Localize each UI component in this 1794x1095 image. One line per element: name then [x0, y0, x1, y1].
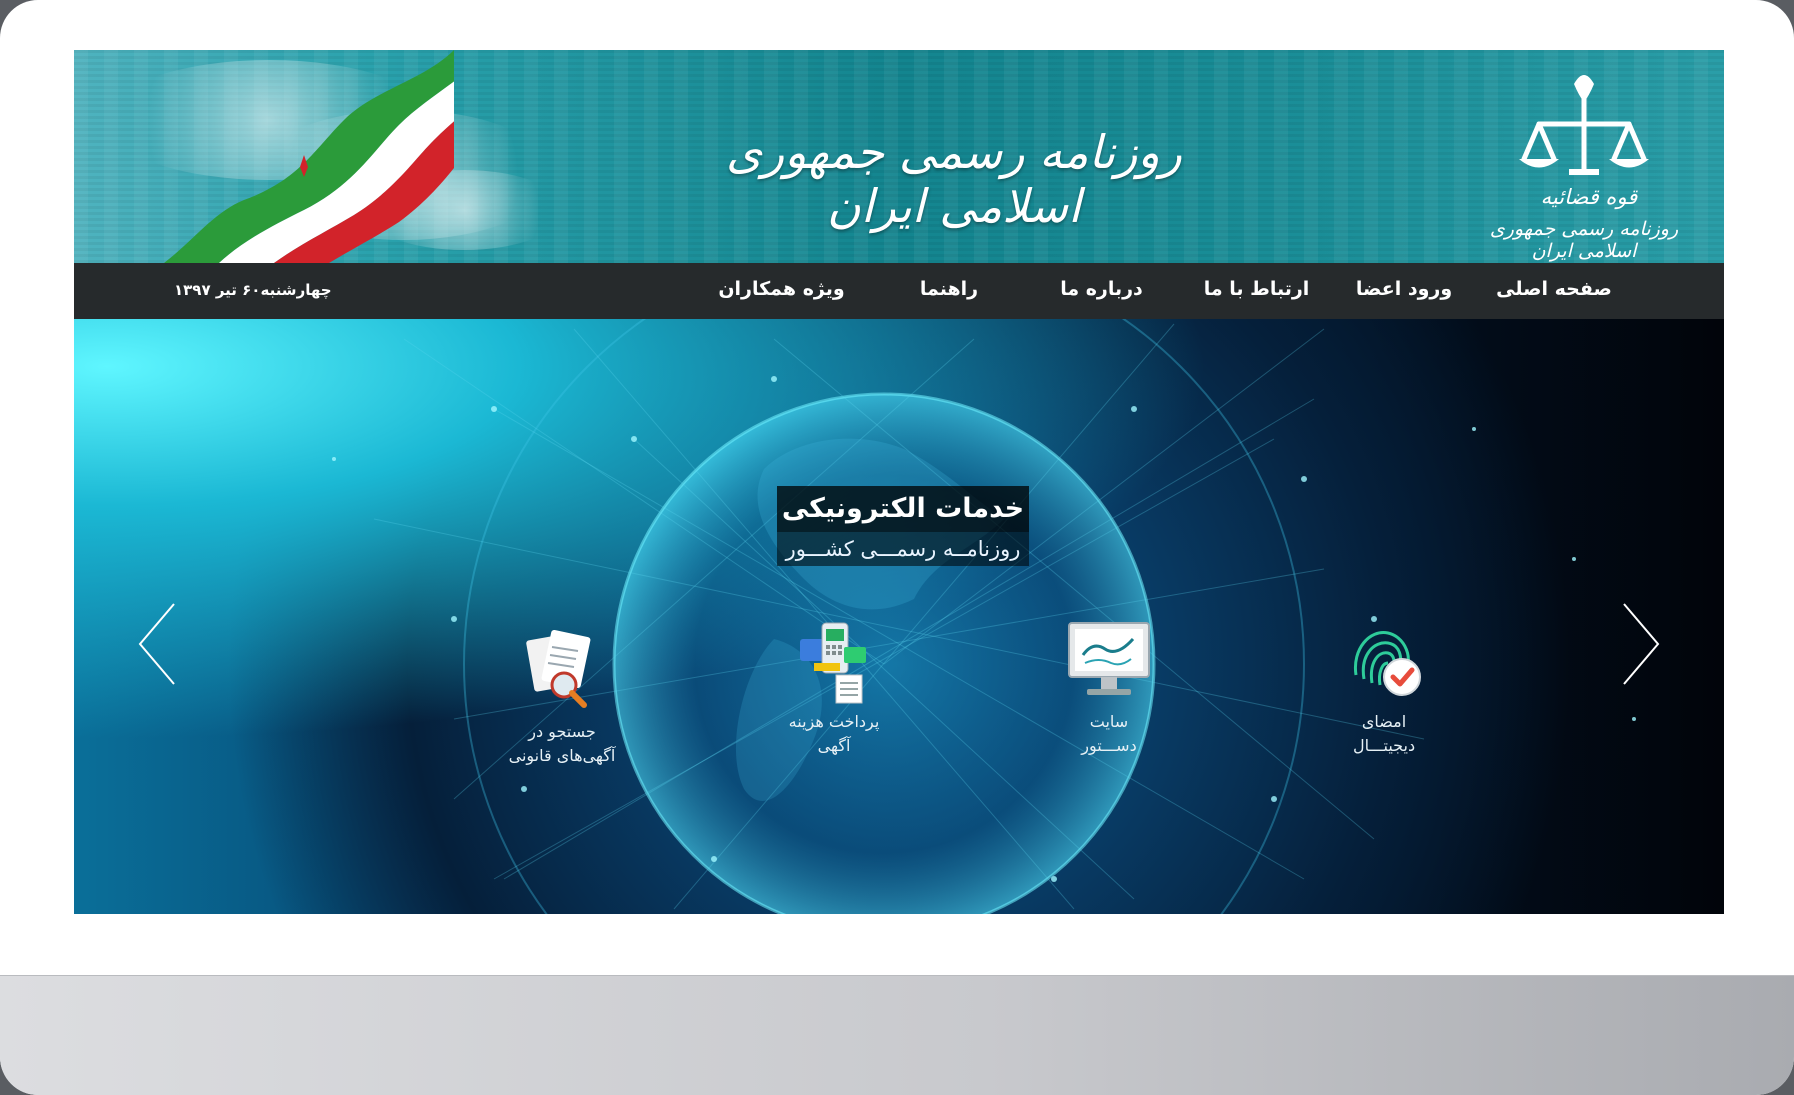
- iran-flag-ribbon: [164, 50, 454, 263]
- main-nav: صفحه اصلی ورود اعضا ارتباط با ما درباره …: [74, 263, 1724, 319]
- payment-icon: [800, 622, 866, 704]
- nav-home[interactable]: صفحه اصلی: [1484, 263, 1624, 319]
- site-title: روزنامه رسمی جمهوری اسلامی ایران: [726, 125, 1182, 233]
- service-dastour-site[interactable]: سایت دســـتور: [1024, 619, 1194, 757]
- service-legal-ads-search[interactable]: جستجو در آگهی‌های قانونی: [477, 629, 647, 767]
- nav-member-login[interactable]: ورود اعضا: [1344, 263, 1464, 319]
- document-search-icon: [526, 629, 591, 708]
- service-digital-signature[interactable]: امضای دیجیتـــال: [1299, 619, 1469, 757]
- nav-guide[interactable]: راهنما: [884, 263, 1014, 319]
- network-globe-graphic: [332, 319, 1636, 914]
- service-label-line1: سایت: [1089, 712, 1129, 731]
- monitor-screen: روزنامه رسمی جمهوری اسلامی ایران قوه قضا…: [0, 0, 1794, 1095]
- emblem-org-text: قوه قضائیه: [1540, 185, 1638, 209]
- monitor-icon: [1068, 622, 1150, 695]
- nav-colleagues[interactable]: ویژه همکاران: [699, 263, 864, 319]
- service-label-line1: امضای: [1361, 712, 1407, 731]
- nav-about-us[interactable]: درباره ما: [1034, 263, 1169, 319]
- emblem-caption: روزنامه رسمی جمهوری اسلامی ایران: [1489, 218, 1679, 262]
- hero-slider: خدمات الکترونیکی روزنامــه رسمـــی کشـــ…: [74, 319, 1724, 914]
- fingerprint-check-icon: [1353, 631, 1421, 696]
- nav-contact-us[interactable]: ارتباط با ما: [1189, 263, 1324, 319]
- service-label-line1: جستجو در: [528, 722, 596, 741]
- service-ad-payment[interactable]: پرداخت هزینه آگهی: [749, 619, 919, 757]
- service-label-line2: دســـتور: [1081, 736, 1137, 755]
- hero-subtitle: روزنامــه رسمـــی کشـــور: [777, 532, 1029, 566]
- header-banner: روزنامه رسمی جمهوری اسلامی ایران قوه قضا…: [74, 50, 1724, 263]
- monitor-bezel-bottom: [0, 975, 1794, 1095]
- chevron-right-icon[interactable]: [1614, 599, 1664, 689]
- chevron-left-icon[interactable]: [134, 599, 184, 689]
- website: روزنامه رسمی جمهوری اسلامی ایران قوه قضا…: [74, 50, 1724, 914]
- service-label-line2: آگهی: [817, 736, 851, 755]
- service-label-line2: آگهی‌های قانونی: [508, 746, 616, 765]
- hero-title: خدمات الکترونیکی: [777, 486, 1029, 532]
- service-label-line2: دیجیتـــال: [1352, 736, 1416, 755]
- current-date: چهارشنبه۶۰ تیر ۱۳۹۷: [174, 281, 332, 299]
- service-label-line1: پرداخت هزینه: [788, 712, 880, 731]
